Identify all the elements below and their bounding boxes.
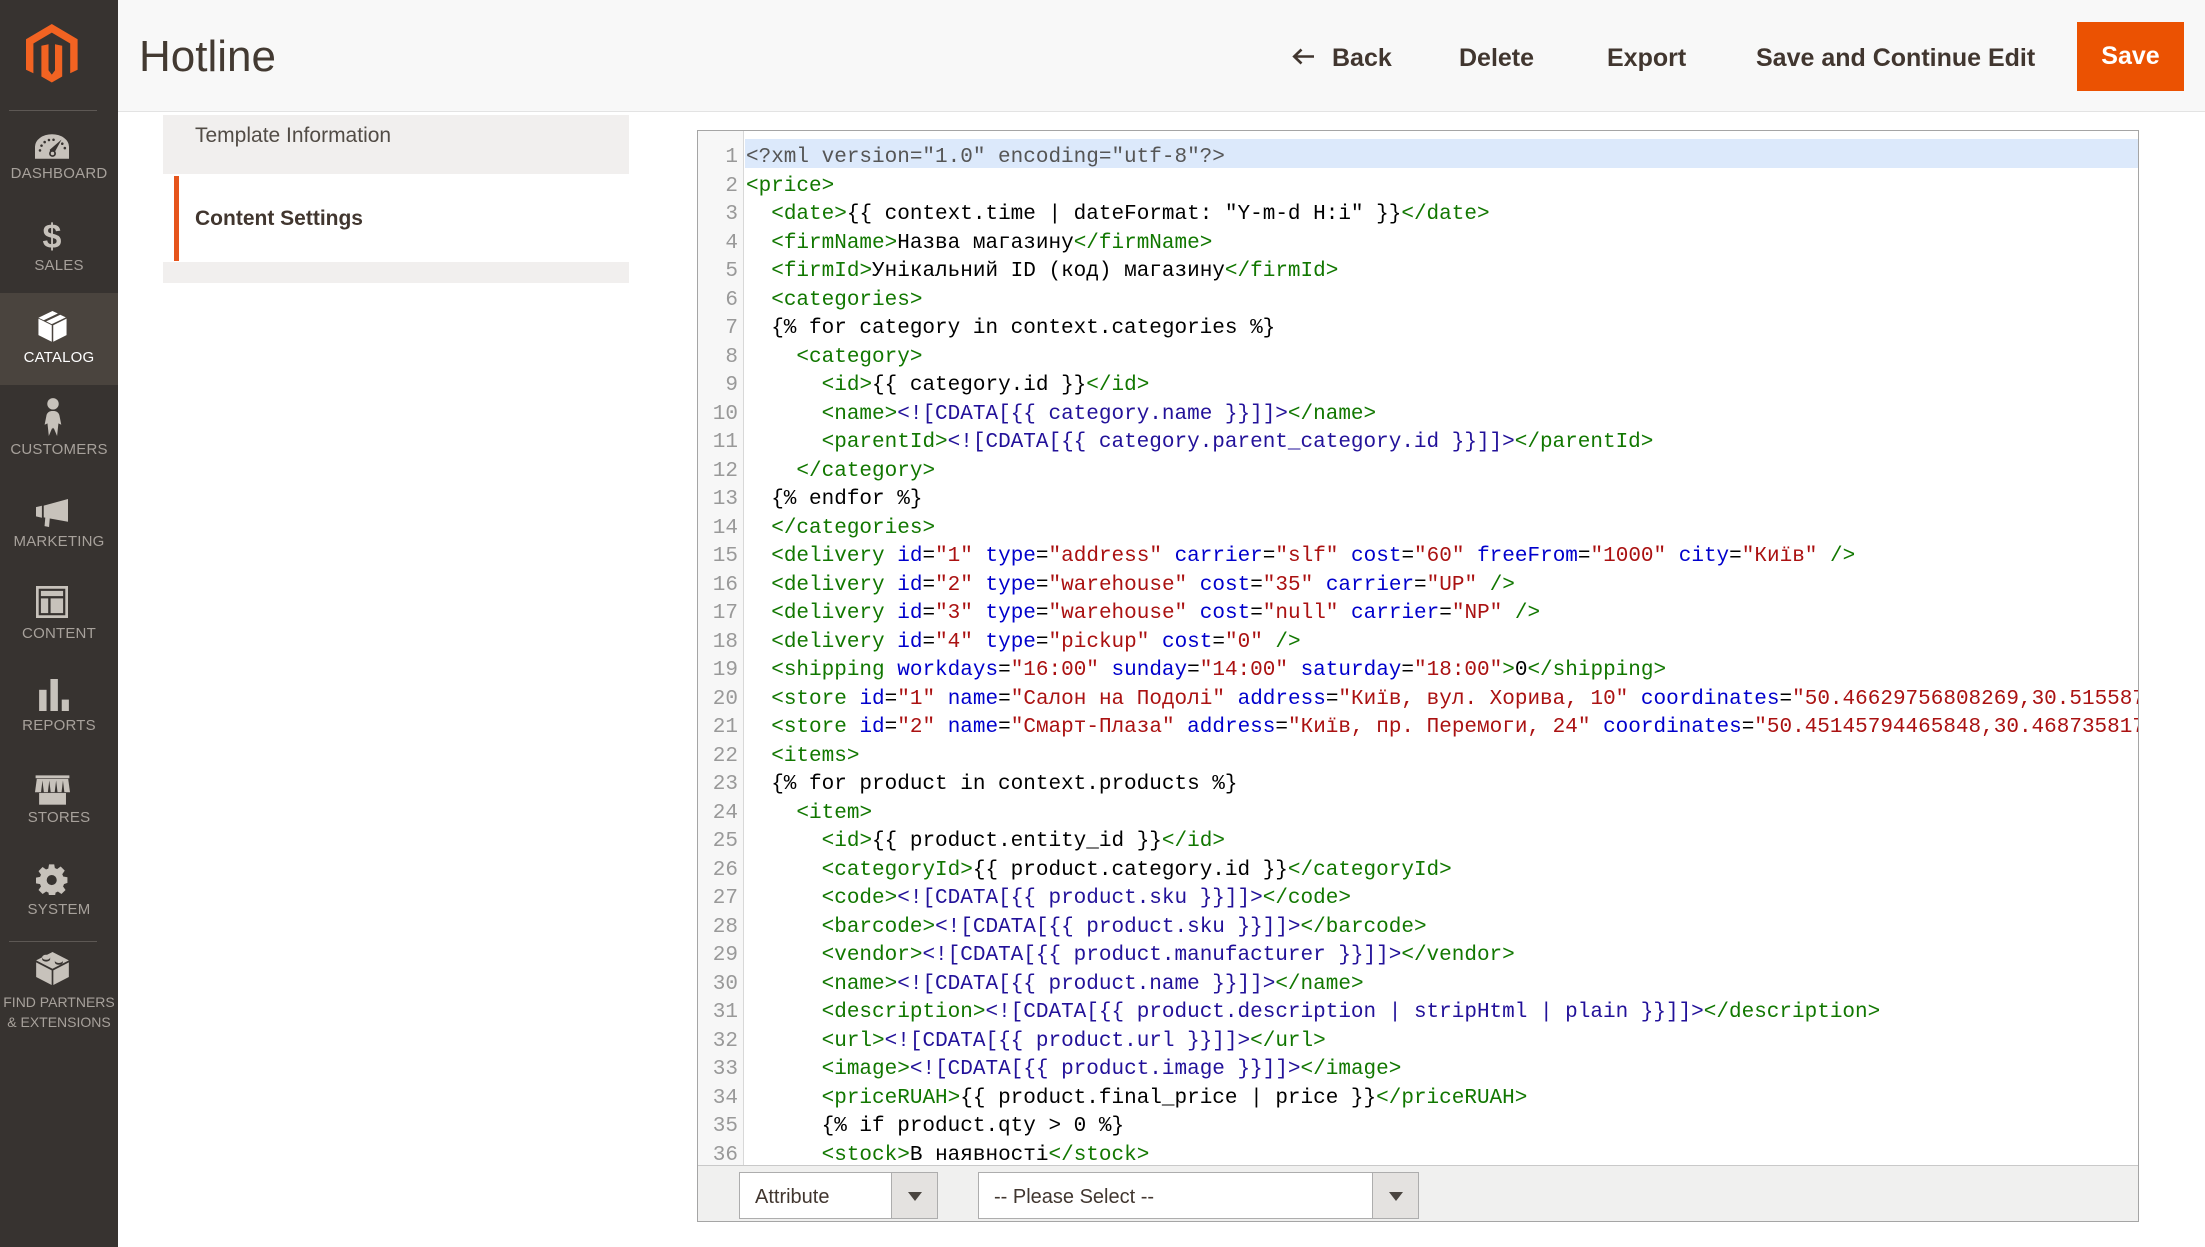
svg-text:$: $ — [43, 220, 62, 252]
